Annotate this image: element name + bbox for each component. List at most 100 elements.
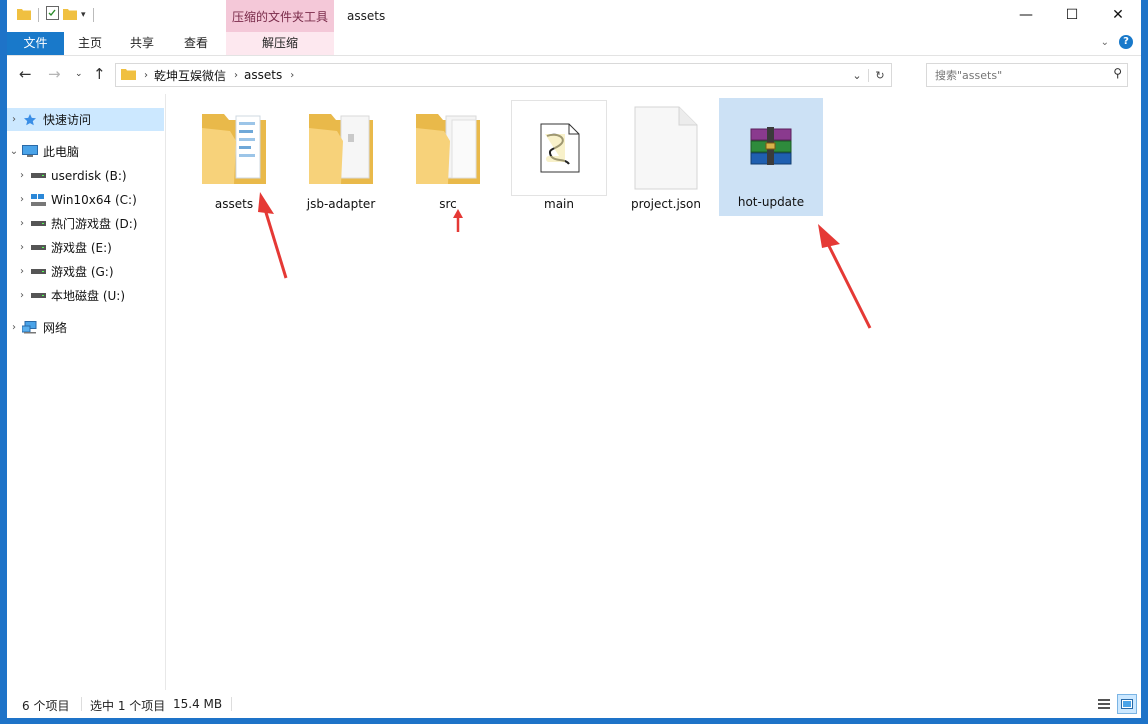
nav-item-label: Win10x64 (C:) [51, 192, 137, 207]
nav-item-drive-e[interactable]: › 游戏盘 (E:) [7, 236, 172, 259]
divider [81, 697, 82, 711]
file-name: project.json [631, 197, 701, 211]
close-button[interactable]: ✕ [1095, 0, 1141, 30]
chevron-right-icon[interactable]: › [7, 114, 21, 125]
ribbon-right-controls: ⌄ ? [1101, 35, 1133, 49]
window-controls: — ☐ ✕ [1003, 0, 1141, 30]
new-folder-icon[interactable] [63, 7, 77, 23]
nav-item-drive-d[interactable]: › 热门游戏盘 (D:) [7, 212, 172, 235]
minimize-button[interactable]: — [1003, 0, 1049, 30]
thumbnail-frame [511, 100, 607, 196]
forward-arrow-icon[interactable]: → [48, 65, 61, 83]
drive-icon [29, 244, 47, 251]
folder-icon [121, 67, 136, 83]
chevron-right-icon[interactable]: › [290, 70, 294, 81]
file-item-main[interactable]: main [511, 100, 607, 216]
address-bar[interactable]: › 乾坤互娱微信 › assets › ⌄ ↻ [115, 63, 892, 87]
customize-toolbar-icon[interactable]: ▾ [81, 10, 86, 20]
search-input[interactable] [933, 64, 1107, 86]
explorer-window: ▾ 压缩的文件夹工具 assets — ☐ ✕ 文件 主页 共享 查看 解压缩 … [7, 0, 1141, 718]
chevron-right-icon[interactable]: › [15, 218, 29, 229]
chevron-right-icon[interactable]: › [144, 70, 148, 81]
item-count: 6 个项目 [22, 699, 70, 713]
properties-icon[interactable] [46, 6, 59, 23]
folder-icon [17, 7, 31, 23]
nav-item-label: 本地磁盘 (U:) [51, 289, 126, 303]
folder-with-docs-icon [186, 100, 282, 196]
chevron-down-icon[interactable]: ⌄ [7, 146, 21, 157]
file-name: hot-update [737, 195, 805, 209]
file-item-hot-update[interactable]: hot-update [719, 98, 823, 216]
file-item-jsb-adapter[interactable]: jsb-adapter [293, 100, 389, 216]
tab-extract[interactable]: 解压缩 [226, 32, 334, 55]
nav-item-drive-b[interactable]: › userdisk (B:) [7, 164, 172, 187]
drive-icon [29, 268, 47, 275]
chevron-right-icon[interactable]: › [7, 322, 21, 333]
maximize-button[interactable]: ☐ [1049, 0, 1095, 30]
recent-locations-chevron-icon[interactable]: ⌄ [75, 69, 83, 79]
chevron-right-icon[interactable]: › [15, 170, 29, 181]
tab-view[interactable]: 查看 [168, 32, 224, 55]
refresh-icon[interactable]: ↻ [868, 68, 891, 82]
address-history-chevron-icon[interactable]: ⌄ [846, 69, 868, 82]
nav-item-label: 热门游戏盘 (D:) [51, 217, 138, 231]
ribbon-tabs: 文件 主页 共享 查看 解压缩 ⌄ ? [7, 32, 1141, 56]
divider [92, 7, 94, 22]
annotation-arrow-icon [453, 209, 463, 232]
search-icon[interactable]: ⚲ [1113, 66, 1122, 80]
tab-home[interactable]: 主页 [64, 32, 116, 55]
script-file-icon [511, 100, 607, 196]
nav-item-quick-access[interactable]: › 快速访问 [7, 108, 164, 131]
tab-share[interactable]: 共享 [116, 32, 168, 55]
status-bar: 6 个项目 选中 1 个项目 15.4 MB [7, 690, 1141, 718]
title-bar: ▾ 压缩的文件夹工具 assets — ☐ ✕ [7, 0, 1141, 32]
up-arrow-icon[interactable]: ↑ [93, 65, 106, 83]
breadcrumb-item[interactable]: assets [244, 68, 282, 82]
quick-access-toolbar: ▾ [17, 6, 97, 23]
chevron-right-icon[interactable]: › [15, 242, 29, 253]
chevron-right-icon[interactable]: › [234, 70, 238, 81]
nav-item-label: userdisk (B:) [51, 168, 127, 183]
chevron-right-icon[interactable]: › [15, 266, 29, 277]
divider [231, 697, 232, 711]
tab-file[interactable]: 文件 [7, 32, 64, 55]
nav-item-drive-c[interactable]: › Win10x64 (C:) [7, 188, 172, 211]
chevron-right-icon[interactable]: › [15, 194, 29, 205]
back-arrow-icon[interactable]: ← [19, 65, 32, 83]
expand-ribbon-icon[interactable]: ⌄ [1101, 37, 1109, 48]
nav-item-network[interactable]: › 网络 [7, 316, 164, 339]
windows-drive-icon [29, 193, 47, 206]
chevron-right-icon[interactable]: › [15, 290, 29, 301]
nav-item-label: 此电脑 [43, 145, 80, 159]
folder-icon [400, 100, 496, 196]
file-name: main [544, 197, 574, 211]
navigation-pane: › 快速访问 ⌄ 此电脑 › userdisk (B:) › Win10x64 … [7, 94, 166, 690]
search-box[interactable]: ⚲ [926, 63, 1128, 87]
file-name: jsb-adapter [306, 197, 376, 211]
view-switcher [1094, 694, 1137, 714]
address-end-controls: ⌄ ↻ [846, 64, 891, 86]
nav-item-label: 游戏盘 (G:) [51, 265, 114, 279]
file-name: src [439, 197, 457, 211]
large-icons-view-icon[interactable] [1117, 694, 1137, 714]
vertical-scrollbar[interactable] [1126, 94, 1141, 690]
window-title: assets [347, 9, 386, 23]
nav-item-drive-g[interactable]: › 游戏盘 (G:) [7, 260, 172, 283]
computer-icon [21, 145, 39, 158]
annotation-arrow-icon [258, 192, 288, 279]
help-icon[interactable]: ? [1119, 35, 1133, 49]
network-icon [21, 321, 39, 334]
drive-icon [29, 172, 47, 179]
compressed-folder-tools-tab-group: 压缩的文件夹工具 [226, 0, 334, 32]
nav-item-label: 游戏盘 (E:) [51, 241, 112, 255]
breadcrumb-item[interactable]: 乾坤互娱微信 [154, 67, 226, 84]
nav-item-label: 快速访问 [43, 113, 92, 127]
winrar-archive-icon [719, 98, 823, 194]
nav-item-drive-u[interactable]: › 本地磁盘 (U:) [7, 284, 172, 307]
drive-icon [29, 292, 47, 299]
nav-item-this-pc[interactable]: ⌄ 此电脑 [7, 140, 164, 163]
details-view-icon[interactable] [1094, 694, 1114, 714]
file-item-project-json[interactable]: project.json [618, 100, 714, 216]
file-item-src[interactable]: src [400, 100, 496, 216]
star-icon [21, 113, 39, 127]
